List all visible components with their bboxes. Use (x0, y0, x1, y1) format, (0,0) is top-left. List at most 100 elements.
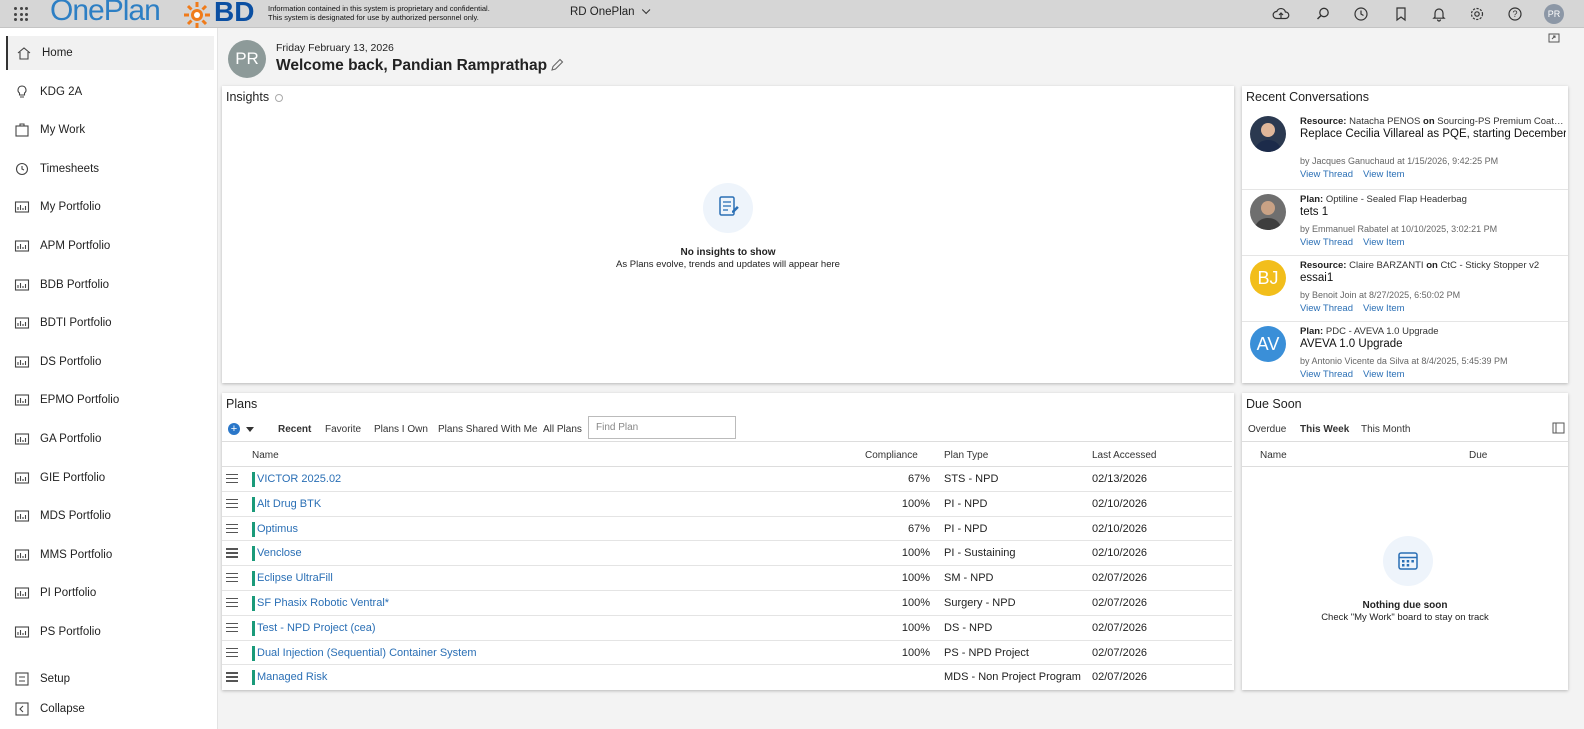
plan-name-link[interactable]: Alt Drug BTK (257, 498, 321, 510)
table-row[interactable]: Optimus 67% PI - NPD 02/10/2026 (222, 517, 1232, 542)
chart-icon (14, 587, 30, 599)
insights-empty-title: No insights to show (680, 247, 776, 258)
tab-plans-i-own[interactable]: Plans I Own (374, 424, 428, 435)
view-item-link[interactable]: View Item (1363, 369, 1405, 380)
col-last-accessed[interactable]: Last Accessed (1092, 450, 1156, 461)
view-thread-link[interactable]: View Thread (1300, 303, 1353, 314)
sidebar-collapse-button[interactable]: Collapse (6, 692, 214, 726)
plans-panel: Plans + Recent Favorite Plans I Own Plan… (222, 393, 1234, 690)
conversation-meta: by Benoit Join at 8/27/2025, 6:50:02 PM (1300, 290, 1461, 300)
due-empty-title: Nothing due soon (1362, 600, 1448, 611)
sidebar-item-bdti-portfolio[interactable]: BDTI Portfolio (6, 306, 214, 340)
tab-overdue[interactable]: Overdue (1248, 424, 1286, 435)
view-thread-link[interactable]: View Thread (1300, 369, 1353, 380)
sidebar-item-setup[interactable]: Setup (6, 662, 214, 696)
plan-name-link[interactable]: SF Phasix Robotic Ventral* (257, 597, 389, 609)
tab-recent[interactable]: Recent (278, 424, 311, 435)
tab-this-week[interactable]: This Week (1300, 424, 1349, 435)
sidebar-item-mds-portfolio[interactable]: MDS Portfolio (6, 499, 214, 533)
drag-handle-icon[interactable] (226, 498, 238, 509)
bell-icon[interactable] (1430, 5, 1448, 23)
sidebar-item-epmo-portfolio[interactable]: EPMO Portfolio (6, 383, 214, 417)
find-plan-input[interactable]: Find Plan (588, 416, 736, 439)
sidebar-item-timesheets[interactable]: Timesheets (6, 152, 214, 186)
plan-compliance: 100% (901, 497, 930, 510)
col-due-name[interactable]: Name (1260, 450, 1287, 461)
table-row[interactable]: SF Phasix Robotic Ventral* 100% Surgery - … (222, 591, 1232, 616)
briefcase-icon (15, 123, 29, 137)
table-row[interactable]: VICTOR 2025.02 67% STS - NPD 02/13/2026 (222, 467, 1232, 492)
drag-handle-icon[interactable] (226, 523, 238, 534)
cloud-upload-icon[interactable] (1272, 5, 1290, 23)
sidebar-item-pi-portfolio[interactable]: PI Portfolio (6, 576, 214, 610)
view-item-link[interactable]: View Item (1363, 237, 1405, 248)
table-row[interactable]: Venclose 100% PI - Sustaining 02/10/2026 (222, 541, 1232, 567)
tab-this-month[interactable]: This Month (1361, 424, 1410, 435)
sidebar-item-mms-portfolio[interactable]: MMS Portfolio (6, 538, 214, 572)
drag-handle-icon[interactable] (226, 573, 238, 583)
plan-name-link[interactable]: VICTOR 2025.02 (257, 473, 341, 485)
sidebar-item-ga-portfolio[interactable]: GA Portfolio (6, 422, 214, 456)
plan-name-link[interactable]: Venclose (257, 547, 302, 559)
tab-all-plans[interactable]: All Plans (543, 424, 582, 435)
drag-handle-icon[interactable] (226, 647, 238, 658)
plan-name-link[interactable]: Managed Risk (257, 671, 327, 683)
table-row[interactable]: Eclipse UltraFill 100% SM - NPD 02/07/2026 (222, 566, 1232, 591)
tab-favorite[interactable]: Favorite (325, 424, 361, 435)
help-icon[interactable]: ? (1506, 5, 1524, 23)
gear-icon[interactable] (1468, 5, 1486, 23)
view-item-link[interactable]: View Item (1363, 303, 1405, 314)
conversation-message: essai1 (1300, 272, 1334, 284)
user-avatar[interactable]: PR (1544, 4, 1564, 24)
status-bar (252, 596, 255, 611)
search-icon[interactable] (1314, 5, 1332, 23)
plan-compliance: 100% (901, 597, 930, 609)
chart-icon (14, 472, 30, 484)
table-row[interactable]: Alt Drug BTK 100% PI - NPD 02/10/2026 (222, 492, 1232, 517)
sidebar-item-apm-portfolio[interactable]: APM Portfolio (6, 229, 214, 263)
drag-handle-icon[interactable] (226, 598, 238, 608)
plan-name-link[interactable]: Optimus (257, 523, 298, 535)
view-thread-link[interactable]: View Thread (1300, 169, 1353, 180)
expand-icon[interactable] (1548, 32, 1560, 44)
edit-pencil-icon[interactable] (550, 58, 564, 72)
view-thread-link[interactable]: View Thread (1300, 237, 1353, 248)
add-dropdown-caret-icon[interactable] (246, 427, 254, 432)
sidebar-item-home[interactable]: Home (6, 36, 214, 70)
recent-conversations-panel: Recent Conversations Resource: Natacha P… (1242, 86, 1568, 383)
sidebar-item-label: My Portfolio (40, 201, 101, 214)
status-bar (252, 571, 255, 587)
confidentiality-notice: Information contained in this system is … (268, 4, 490, 22)
plan-name-link[interactable]: Test - NPD Project (cea) (257, 622, 376, 634)
view-item-link[interactable]: View Item (1363, 169, 1405, 180)
sidebar-item-my-work[interactable]: My Work (6, 113, 214, 147)
sidebar-item-kdg-2a[interactable]: KDG 2A (6, 75, 214, 109)
conversation-message: AVEVA 1.0 Upgrade (1300, 338, 1403, 350)
tab-plans-shared[interactable]: Plans Shared With Me (438, 424, 538, 435)
sidebar-item-ps-portfolio[interactable]: PS Portfolio (6, 615, 214, 649)
sidebar-item-gie-portfolio[interactable]: GIE Portfolio (6, 461, 214, 495)
table-row[interactable]: Managed Risk MDS - Non Project Program 02/… (222, 665, 1232, 690)
plan-last-accessed: 02/07/2026 (1092, 597, 1148, 609)
table-row[interactable]: Test - NPD Project (cea) 100% DS - NPD 02/0… (222, 616, 1232, 641)
drag-handle-icon[interactable] (226, 672, 238, 682)
plan-name-link[interactable]: Dual Injection (Sequential) Container Sy… (257, 647, 477, 659)
col-plan-type[interactable]: Plan Type (944, 450, 988, 461)
board-view-icon[interactable] (1552, 422, 1565, 434)
add-plan-button[interactable]: + (228, 423, 240, 435)
sidebar-item-my-portfolio[interactable]: My Portfolio (6, 190, 214, 224)
sidebar-item-ds-portfolio[interactable]: DS Portfolio (6, 345, 214, 379)
plan-name-link[interactable]: Eclipse UltraFill (257, 572, 333, 584)
bookmark-icon[interactable] (1392, 5, 1410, 23)
environment-selector[interactable]: RD OnePlan (570, 5, 650, 18)
drag-handle-icon[interactable] (226, 622, 238, 633)
history-icon[interactable] (1352, 5, 1370, 23)
drag-handle-icon[interactable] (226, 548, 238, 558)
app-launcher-icon[interactable] (14, 7, 28, 21)
table-row[interactable]: Dual Injection (Sequential) Container Sy… (222, 641, 1232, 666)
drag-handle-icon[interactable] (226, 474, 238, 484)
col-due-date[interactable]: Due (1469, 450, 1487, 461)
sidebar-item-bdb-portfolio[interactable]: BDB Portfolio (6, 268, 214, 302)
col-compliance[interactable]: Compliance (865, 450, 918, 461)
col-name[interactable]: Name (252, 450, 279, 461)
